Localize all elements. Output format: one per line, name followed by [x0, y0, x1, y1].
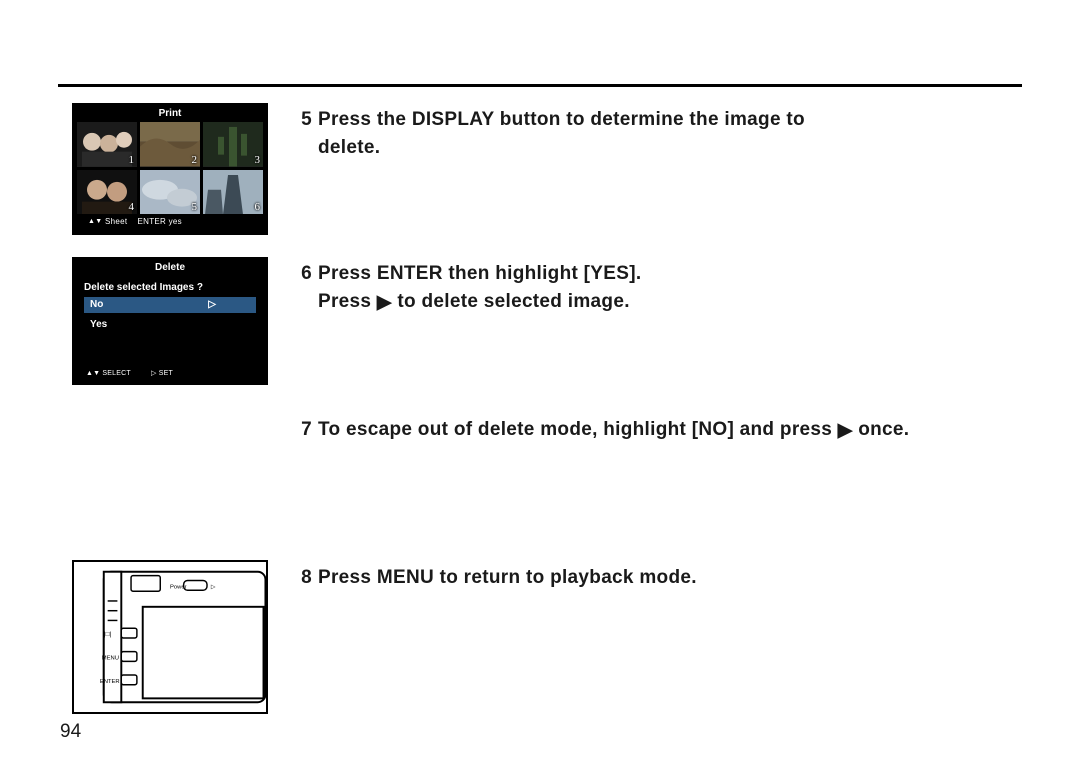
lcd2-title: Delete: [74, 259, 266, 276]
lcd1-footer: ▲▼ Sheet ENTER yes: [74, 214, 266, 230]
lcd1-foot-enter: ENTER yes: [138, 217, 183, 226]
step-text: Press ▶ to delete selected image.: [318, 288, 1020, 317]
thumb-number: 6: [255, 201, 261, 213]
lcd-print-thumbnails: Print 1 2: [72, 103, 268, 235]
camera-diagram: Power ▷ |□| MENU ENTER: [72, 560, 268, 714]
svg-text:▷: ▷: [211, 584, 216, 590]
thumb-number: 3: [255, 154, 261, 166]
thumb-6: 6: [203, 170, 263, 215]
step-text: Press MENU to return to playback mode.: [318, 567, 697, 588]
thumb-number: 2: [192, 154, 198, 166]
step-6: 6 Press ENTER then highlight [YES]. Press…: [288, 260, 1020, 317]
thumb-1: 1: [77, 122, 137, 167]
step-num: 5: [288, 106, 312, 134]
lcd1-foot-sheet: Sheet: [105, 217, 127, 226]
thumbnail-grid: 1 2 3: [74, 122, 266, 214]
lcd2-footer: ▲▼ SELECT ▷ SET: [74, 365, 266, 383]
enter-label: ENTER: [100, 679, 120, 685]
thumb-5: 5: [140, 170, 200, 215]
thumb-4: 4: [77, 170, 137, 215]
step-text: Press the DISPLAY button to determine th…: [318, 109, 805, 130]
right-triangle-icon: ▶: [377, 289, 392, 317]
step-num: 7: [288, 416, 312, 444]
up-down-icon: ▲▼: [86, 370, 100, 377]
step-8: 8 Press MENU to return to playback mode.: [288, 564, 1020, 592]
option-no: No: [84, 297, 256, 313]
page-number: 94: [60, 721, 81, 743]
step-text: To escape out of delete mode, highlight …: [318, 419, 909, 440]
thumb-2: 2: [140, 122, 200, 167]
lcd1-title: Print: [74, 105, 266, 122]
step-num: 6: [288, 260, 312, 288]
right-icon: ▷: [151, 370, 157, 377]
step-text: Press ENTER then highlight [YES].: [318, 263, 641, 284]
svg-text:Power: Power: [170, 584, 187, 590]
step-7: 7 To escape out of delete mode, highlight…: [288, 416, 1020, 445]
thumb-number: 4: [129, 201, 135, 213]
step-num: 8: [288, 564, 312, 592]
option-yes: Yes: [84, 317, 256, 333]
thumb-number: 5: [192, 201, 198, 213]
up-down-icon: ▲▼: [88, 214, 102, 230]
section-rule: [58, 84, 1022, 87]
thumb-3: 3: [203, 122, 263, 167]
thumb-number: 1: [129, 154, 135, 166]
menu-label: MENU: [102, 655, 119, 661]
step-5: 5 Press the DISPLAY button to determine t…: [288, 106, 1020, 162]
lcd-delete-dialog: Delete Delete selected Images ? No Yes ▲…: [72, 257, 268, 385]
delete-question: Delete selected Images ?: [74, 276, 266, 297]
step-text: delete.: [318, 134, 1020, 162]
right-triangle-icon: ▶: [838, 417, 853, 445]
disp-label: |□|: [104, 631, 112, 638]
